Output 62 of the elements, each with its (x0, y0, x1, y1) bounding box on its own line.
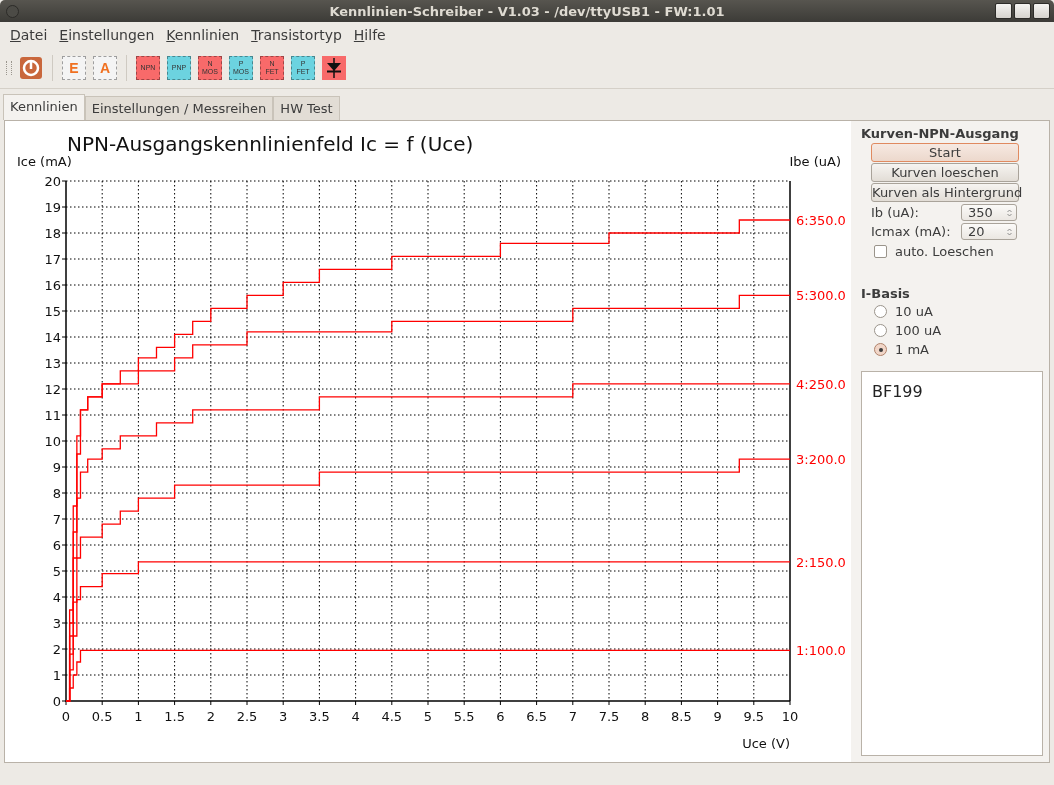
tick-label: 5 (423, 709, 433, 724)
tick-label: 5 (52, 564, 61, 579)
tick-label: 6 (496, 709, 505, 724)
series-label: 1:100.0 (796, 643, 846, 659)
tick-label: 0 (52, 694, 61, 709)
tick-label: 0 (61, 709, 71, 724)
radio-label: 1 mA (895, 342, 929, 357)
tick-label: 14 (44, 330, 61, 345)
window-title: Kennlinien-Schreiber - V1.03 - /dev/ttyUSB1 - FW:1.01 (329, 3, 725, 19)
tick-label: 15 (44, 304, 61, 319)
tick-label: 4 (52, 590, 61, 605)
tick-label: 3.5 (309, 709, 330, 724)
y-axis-label: Ice (mA) (17, 154, 72, 169)
right-axis-label: Ibe (uA) (789, 154, 841, 169)
tick-label: 8 (52, 486, 61, 501)
series-label: 2:150.0 (796, 554, 846, 570)
tick-label: 8.5 (671, 709, 692, 724)
tick-label: 5.5 (453, 709, 475, 724)
tick-label: 11 (44, 408, 61, 423)
tick-label: 19 (44, 200, 61, 215)
tick-label: 7.5 (598, 709, 620, 724)
tick-label: 3 (52, 616, 61, 631)
tick-label: 16 (44, 278, 61, 293)
tick-label: 6 (52, 538, 61, 553)
tick-label: 7 (568, 709, 577, 724)
tick-label: 3 (279, 709, 288, 724)
chart-title: NPN-Ausgangskennlinienfeld Ic = f (Uce) (67, 132, 474, 156)
tick-label: 2 (206, 709, 215, 724)
tick-label: 2 (52, 642, 61, 657)
tick-label: 6.5 (526, 709, 547, 724)
notes-text: BF199 (872, 382, 923, 401)
tick-label: 0.5 (91, 709, 113, 724)
series-label: 5:300.0 (796, 288, 846, 304)
tick-label: 9 (713, 709, 722, 724)
tick-label: 10 (781, 709, 799, 724)
panel-title: Kurven-NPN-Ausgang (861, 126, 1020, 141)
tick-label: 1 (52, 668, 61, 683)
tick-label: 12 (44, 382, 61, 397)
tick-label: 4 (351, 709, 360, 724)
tick-label: 13 (44, 356, 61, 371)
field-label: Icmax (mA): (871, 224, 952, 239)
series-label: 3:200.0 (796, 452, 846, 468)
section-title: I-Basis (861, 286, 911, 301)
tick-label: 2.5 (236, 709, 258, 724)
radio-label: 100 uA (895, 323, 942, 338)
tick-label: 1.5 (164, 709, 185, 724)
series-label: 4:250.0 (796, 376, 846, 392)
tick-label: 9.5 (743, 709, 765, 724)
tick-label: 7 (52, 512, 61, 527)
tick-label: 1 (134, 709, 143, 724)
series-label: 6:350.0 (796, 213, 846, 228)
field-label: Ib (uA): (871, 205, 920, 220)
checkbox-label: auto. Loeschen (895, 244, 994, 259)
tick-label: 8 (641, 709, 650, 724)
tick-label: 17 (44, 252, 61, 267)
tick-label: 4.5 (381, 709, 403, 724)
radio-label: 10 uA (895, 304, 933, 319)
tick-label: 20 (44, 174, 61, 189)
tick-label: 18 (44, 226, 61, 241)
x-axis-label: Uce (V) (742, 736, 790, 751)
tick-label: 10 (44, 434, 61, 449)
tick-label: 9 (52, 460, 61, 475)
